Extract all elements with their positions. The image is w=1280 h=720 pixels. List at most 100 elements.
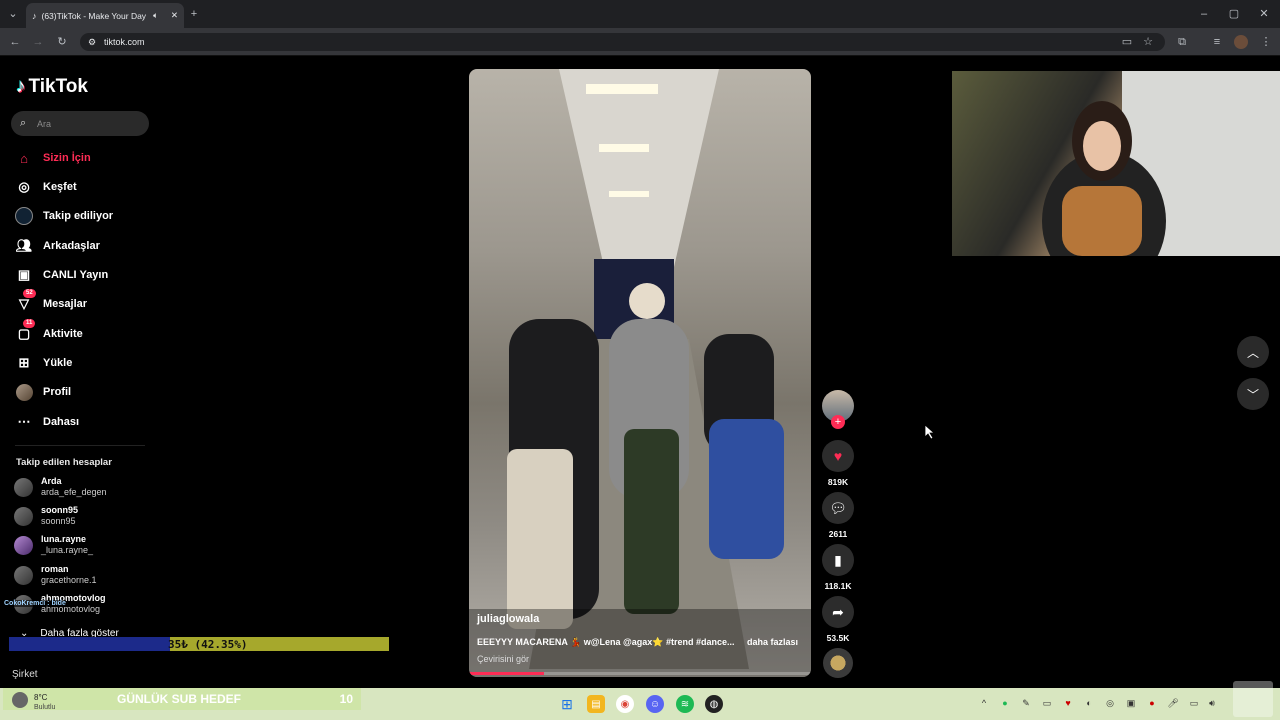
upload-icon: ⊞ [18, 355, 30, 370]
previous-video-button[interactable]: ︿ [1237, 336, 1269, 368]
back-icon[interactable]: ← [6, 33, 24, 51]
weather-temp[interactable]: 8°C [34, 693, 47, 702]
following-icon [15, 207, 33, 225]
company-link[interactable]: Şirket [12, 669, 38, 680]
file-explorer-icon[interactable]: ▤ [587, 695, 605, 713]
spotify-icon[interactable]: ≋ [676, 695, 694, 713]
messages-badge: 52 [23, 289, 36, 298]
bookmark-star-icon[interactable]: ☆ [1139, 33, 1157, 51]
nav-messages[interactable]: ▽ 52 Mesajlar [15, 289, 88, 314]
minimize-button[interactable]: – [1195, 5, 1213, 23]
account-handle: gracethorne.1 [41, 575, 97, 585]
clock-area[interactable] [1233, 681, 1273, 717]
reload-icon[interactable]: ↻ [53, 33, 71, 51]
avatar [14, 565, 33, 585]
person-sweater [1062, 186, 1142, 256]
donation-goal-percent: 35₺ (42.35%) [168, 638, 248, 651]
account-item[interactable]: roman gracethorne.1 [14, 564, 97, 586]
heart-icon: ♥ [822, 440, 854, 472]
follow-plus-icon[interactable]: + [831, 415, 845, 429]
account-item[interactable]: soonn95 soonn95 [14, 505, 78, 527]
tray-steam-icon[interactable]: ◎ [1103, 698, 1117, 709]
video-player[interactable]: juliaglowala EEEYYY MACARENA 💃 w@Lena @a… [469, 69, 811, 677]
tray-expand-icon[interactable]: ^ [977, 698, 991, 708]
cast-icon[interactable]: ▭ [1118, 33, 1136, 51]
tray-nvidia-icon[interactable]: ▣ [1124, 698, 1138, 709]
discord-icon[interactable]: ☺ [646, 695, 664, 713]
music-disc-button[interactable] [821, 648, 855, 678]
creator-avatar-button[interactable]: + [821, 390, 855, 429]
translate-link[interactable]: Çevirisini gör [477, 654, 529, 664]
nav-label: Sizin İçin [43, 152, 91, 164]
network-icon[interactable]: ▭ [1187, 698, 1201, 709]
share-button[interactable]: ➦ 53.5K [821, 596, 855, 643]
logo-text: TikTok [28, 76, 88, 97]
weather-desc[interactable]: Bulutlu [34, 704, 55, 711]
tab-search-icon[interactable]: ⌄ [4, 5, 22, 23]
divider [15, 445, 145, 446]
caption-more-link[interactable]: daha fazlası [747, 637, 798, 647]
nav-label: Aktivite [43, 328, 83, 340]
nav-explore[interactable]: ◎ Keşfet [15, 177, 77, 197]
nav-label: Dahası [43, 416, 80, 428]
save-button[interactable]: ▮ 118.1K [821, 544, 855, 591]
nav-for-you[interactable]: ⌂ Sizin İçin [15, 148, 91, 168]
media-controls-icon[interactable]: ≡ [1208, 33, 1226, 51]
account-handle: _luna.rayne_ [41, 545, 94, 555]
dancer-left-pants [507, 449, 573, 629]
account-item[interactable]: luna.rayne _luna.rayne_ [14, 534, 93, 556]
weather-icon[interactable] [12, 692, 28, 708]
tray-record-icon[interactable]: ● [1145, 698, 1159, 708]
extensions-icon[interactable]: ⧉ [1173, 33, 1191, 51]
tiktok-note-icon: ♪ [16, 76, 26, 97]
site-info-icon[interactable]: ⚙ [88, 37, 96, 48]
search-input[interactable]: ⌕ Ara [11, 111, 149, 136]
nav-profile[interactable]: Profil [15, 382, 71, 402]
nav-live[interactable]: ▣ CANLI Yayın [15, 265, 108, 285]
account-handle: soonn95 [41, 516, 76, 526]
speaker-icon[interactable]: 🔈︎ [153, 10, 158, 21]
comment-button[interactable]: 💬︎ 2611 [821, 492, 855, 539]
avatar [14, 535, 33, 555]
avatar [14, 506, 33, 526]
browser-tab[interactable]: ♪ (63)TikTok - Make Your Day 🔈︎ ✕ [26, 3, 184, 28]
nav-label: Mesajlar [43, 298, 88, 310]
nav-activity[interactable]: ▢ 11 Aktivite [15, 319, 83, 344]
video-username[interactable]: juliaglowala [477, 613, 539, 625]
like-button[interactable]: ♥ 819K [821, 440, 855, 487]
tray-pen-icon[interactable]: ✎ [1019, 698, 1033, 709]
music-disc-icon [823, 648, 853, 678]
tiktok-favicon-icon: ♪ [32, 10, 37, 21]
sub-goal-overlay: GÜNLÜK SUB HEDEF 10 [3, 688, 361, 710]
microphone-icon[interactable]: 🎤︎ [1166, 698, 1180, 709]
profile-avatar[interactable] [1234, 35, 1248, 49]
next-video-button[interactable]: ﹀ [1237, 378, 1269, 410]
close-tab-icon[interactable]: ✕ [171, 10, 178, 21]
sub-goal-value: 10 [339, 692, 353, 706]
windows-start-icon[interactable]: ⊞ [558, 695, 576, 713]
tiktok-logo[interactable]: ♪ TikTok [16, 76, 88, 98]
tray-spotify-icon[interactable]: ● [998, 698, 1012, 708]
volume-icon[interactable]: 🔊︎ [1205, 698, 1219, 709]
activity-badge: 11 [23, 319, 36, 328]
nav-friends[interactable]: 👥︎ Arkadaşlar [15, 236, 100, 256]
close-window-button[interactable]: ✕ [1255, 5, 1273, 23]
nav-upload[interactable]: ⊞ Yükle [15, 353, 73, 373]
avatar [14, 477, 33, 497]
chrome-icon[interactable]: ◉ [616, 695, 634, 713]
nav-following[interactable]: Takip ediliyor [15, 206, 113, 226]
tray-antivirus-icon[interactable]: ♥ [1061, 698, 1075, 708]
forward-icon[interactable]: → [29, 33, 47, 51]
obs-icon[interactable]: ◍ [705, 695, 723, 713]
nav-label: Keşfet [43, 181, 77, 193]
maximize-button[interactable]: ▢ [1225, 5, 1243, 23]
tray-app-icon[interactable]: ▭ [1040, 698, 1054, 709]
account-name: roman [41, 564, 69, 574]
browser-menu-icon[interactable]: ⋮ [1257, 33, 1275, 51]
new-tab-button[interactable]: + [185, 5, 203, 23]
nav-more[interactable]: ⋯ Dahası [15, 412, 80, 432]
progress-fill [469, 672, 545, 675]
account-item[interactable]: Arda arda_efe_degen [14, 476, 107, 498]
url-field[interactable]: ⚙ tiktok.com [80, 33, 1165, 51]
tray-github-icon[interactable]: ◐ [1082, 698, 1096, 708]
